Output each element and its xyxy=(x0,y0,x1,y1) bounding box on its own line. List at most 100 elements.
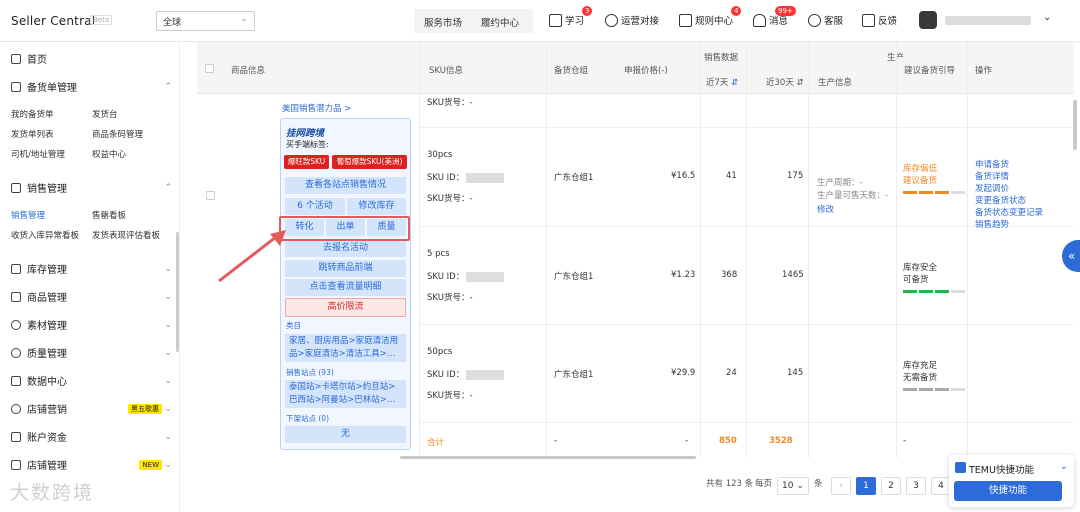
chevron-down-icon: ⌄ xyxy=(164,375,172,386)
op-price-adjust[interactable]: 发起调价 xyxy=(975,182,1009,194)
sidebar-item-home[interactable]: 首页 xyxy=(11,51,176,66)
view-storefront-button[interactable]: 跳转商品前端 xyxy=(285,260,406,277)
col-warehouse: 备货仓组 xyxy=(554,66,589,76)
book-icon xyxy=(549,13,562,27)
nav-ops[interactable]: 运营对接 xyxy=(605,13,659,27)
sub-ship-eval[interactable]: 发货表现评估看板 xyxy=(92,229,160,241)
nav-support-label: 客服 xyxy=(824,16,844,27)
tab-service-market[interactable]: 服务市场 xyxy=(424,15,462,29)
sidebar-label: 商品管理 xyxy=(27,293,67,304)
brand-logo-text: 挂网跨境 xyxy=(286,128,325,139)
total-warehouse: - xyxy=(554,436,558,446)
sku-no: SKU货号：- xyxy=(427,391,473,401)
sub-my-stock[interactable]: 我的备货单 xyxy=(11,108,54,120)
clipboard-icon xyxy=(11,81,21,92)
nav-support[interactable]: 客服 xyxy=(808,13,843,27)
op-change-status[interactable]: 变更备货状态 xyxy=(975,194,1026,206)
sku-id-label: SKU ID： xyxy=(427,370,465,380)
sidebar-label: 素材管理 xyxy=(27,321,67,332)
join-activity-button[interactable]: 去报名活动 xyxy=(285,240,406,257)
row-checkbox[interactable] xyxy=(206,191,215,200)
activities-button[interactable]: 6 个活动 xyxy=(285,198,345,215)
sidebar-item-inventory[interactable]: 库存管理 ⌄ xyxy=(11,261,176,276)
brand-logo[interactable]: Seller Central xyxy=(11,14,95,28)
sidebar: 首页 备货单管理 ⌃ 我的备货单 发货台 发货单列表 商品条码管理 司机/地址管理… xyxy=(0,42,180,512)
traffic-detail-button[interactable]: 点击查看流量明细 xyxy=(285,279,406,296)
sub-ship-list[interactable]: 发货单列表 xyxy=(11,128,54,140)
per-page-unit: 条 xyxy=(814,479,823,489)
sidebar-item-materials[interactable]: 素材管理 ⌄ xyxy=(11,317,176,332)
edit-stock-button[interactable]: 修改库存 xyxy=(347,198,406,215)
total-7d: 850 xyxy=(719,436,737,446)
nav-messages[interactable]: 消息 99+ xyxy=(753,6,796,27)
view-site-sales-button[interactable]: 查看各站点销售情况 xyxy=(285,177,406,194)
sub-rights[interactable]: 权益中心 xyxy=(92,148,126,160)
sub-ship-desk[interactable]: 发货台 xyxy=(92,108,118,120)
sub-barcode[interactable]: 商品条码管理 xyxy=(92,128,143,140)
tab-fulfillment[interactable]: 履约中心 xyxy=(481,15,519,29)
nav-rules[interactable]: 规则中心 4 xyxy=(679,6,742,27)
sub-soldout[interactable]: 售罄看板 xyxy=(92,209,126,221)
collapse-icon[interactable]: ⌄ xyxy=(1060,461,1068,472)
store-icon xyxy=(11,459,21,470)
chevron-down-icon[interactable]: ⌄ xyxy=(1043,12,1051,23)
horizontal-scrollbar[interactable] xyxy=(400,456,696,459)
sidebar-item-stock[interactable]: 备货单管理 ⌃ xyxy=(11,79,176,94)
bar-chart-icon xyxy=(11,182,21,193)
sidebar-item-quality[interactable]: 质量管理 ⌄ xyxy=(11,345,176,360)
nav-learn[interactable]: 学习 3 xyxy=(549,6,593,27)
op-stock-detail[interactable]: 备货详情 xyxy=(975,170,1009,182)
region-select[interactable]: 全球 ⌄ xyxy=(156,11,255,31)
page-size-select[interactable]: 10 ⌄ xyxy=(777,477,809,495)
sidebar-label: 首页 xyxy=(27,55,47,66)
sidebar-item-marketing[interactable]: 店铺营销 黑五歌惠 ⌄ xyxy=(11,401,176,416)
page-3[interactable]: 3 xyxy=(906,477,926,495)
sidebar-item-store[interactable]: 店铺管理 NEW ⌄ xyxy=(11,457,176,472)
col-product: 商品信息 xyxy=(231,66,266,76)
sku-spec: 5 pcs xyxy=(427,249,450,259)
vertical-scrollbar[interactable] xyxy=(1073,100,1077,150)
new-badge: NEW xyxy=(139,459,162,470)
quick-function-panel: TEMU快捷功能 ⌄ 快捷功能 xyxy=(949,455,1074,507)
select-all-checkbox[interactable] xyxy=(205,64,214,73)
sales-7d: 24 xyxy=(726,368,737,378)
page-2[interactable]: 2 xyxy=(881,477,901,495)
quick-function-button[interactable]: 快捷功能 xyxy=(954,481,1062,501)
sidebar-item-funds[interactable]: 账户资金 ⌄ xyxy=(11,429,176,444)
sidebar-item-sales[interactable]: 销售管理 ⌃ xyxy=(11,180,176,195)
chevron-down-icon: ⌄ xyxy=(164,347,172,358)
col-7d[interactable]: 近7天 ⇵ xyxy=(706,76,738,88)
prev-page-button[interactable]: ‹ xyxy=(831,477,851,495)
sub-driver[interactable]: 司机/地址管理 xyxy=(11,148,65,160)
chevron-down-icon: ⌄ xyxy=(164,291,172,302)
potential-product-link[interactable]: 美国销售潜力品 > xyxy=(282,102,351,114)
sidebar-item-data[interactable]: 数据中心 ⌄ xyxy=(11,373,176,388)
page-1[interactable]: 1 xyxy=(856,477,876,495)
sidebar-scrollbar[interactable] xyxy=(176,232,179,352)
col-price[interactable]: 申报价格(-) xyxy=(624,64,668,76)
op-status-log[interactable]: 备货状态变更记录 xyxy=(975,206,1043,218)
col-ops: 操作 xyxy=(975,66,993,76)
sku-no: SKU货号：- xyxy=(427,293,473,303)
chevron-up-icon: ⌃ xyxy=(164,182,172,193)
sku-no: SKU货号：- xyxy=(427,194,473,204)
sidebar-item-products[interactable]: 商品管理 ⌄ xyxy=(11,289,176,304)
warehouse: 广东仓组1 xyxy=(554,272,594,282)
op-apply-stock[interactable]: 申请备货 xyxy=(975,158,1009,170)
col-30d[interactable]: 近30天 ⇵ xyxy=(766,76,804,88)
sub-receipt-anomaly[interactable]: 收货入库异常看板 xyxy=(11,229,79,241)
avatar[interactable] xyxy=(919,11,937,29)
sub-sales-mgmt[interactable]: 销售管理 xyxy=(11,209,45,221)
chevron-down-icon: ⌄ xyxy=(164,459,172,470)
advice-safe: 库存安全 可备货 xyxy=(903,263,938,285)
materials-icon xyxy=(11,319,21,330)
total-row: 合计 - - 850 3528 - xyxy=(419,423,1074,458)
page-4[interactable]: 4 xyxy=(931,477,951,495)
modify-link[interactable]: 修改 xyxy=(817,203,834,215)
sku-no: SKU货号：- xyxy=(427,98,473,108)
user-name-redacted[interactable] xyxy=(945,16,1031,25)
sales-sites[interactable]: 泰国站>卡塔尔站>约旦站>巴西站>阿曼站>巴林站>… xyxy=(285,380,406,408)
beta-badge: Beta xyxy=(90,15,113,25)
redacted-value xyxy=(466,369,505,380)
nav-feedback[interactable]: 反馈 xyxy=(862,13,897,27)
